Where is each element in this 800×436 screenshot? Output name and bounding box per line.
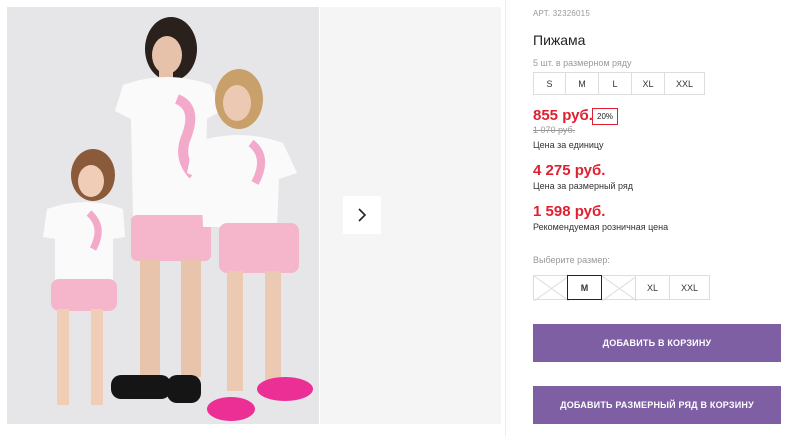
size-option-m[interactable]: M [567,275,602,300]
product-photo-illustration [7,7,319,424]
size-picker: M XL XXL [533,275,710,301]
set-price: 4 275 руб. [533,162,606,179]
pack-size-s: S [533,72,566,95]
unavailable-cross-icon [602,276,637,301]
add-to-cart-button[interactable]: ДОБАВИТЬ В КОРЗИНУ [533,324,781,362]
retail-price: 1 598 руб. [533,203,606,220]
unavailable-cross-icon [534,276,569,301]
unit-price: 855 руб. [533,107,593,124]
article-number: 32326015 [552,9,590,18]
pack-size-xl: XL [631,72,665,95]
pack-note: 5 шт. в размерном ряду [533,58,632,68]
size-option-xxl[interactable]: XXL [669,275,710,300]
pack-size-list: S M L XL XXL [533,72,705,95]
unit-price-note: Цена за единицу [533,140,604,150]
pack-size-m: M [565,72,599,95]
size-option-xl[interactable]: XL [635,275,670,300]
add-set-to-cart-button[interactable]: ДОБАВИТЬ РАЗМЕРНЫЙ РЯД В КОРЗИНУ [533,386,781,424]
old-price: 1 070 руб. [533,125,576,135]
size-option-unavailable [601,275,637,301]
article: АРТ. 32326015 [533,9,590,18]
pack-size-l: L [598,72,632,95]
product-photo[interactable] [7,7,319,424]
size-option-unavailable [533,275,569,301]
chevron-right-icon [358,208,367,222]
size-picker-label: Выберите размер: [533,255,610,265]
pack-size-xxl: XXL [664,72,705,95]
product-gallery [0,0,506,436]
next-photo-button[interactable] [343,196,381,234]
product-title: Пижама [533,32,586,48]
set-price-note: Цена за размерный ряд [533,181,634,191]
retail-price-note: Рекомендуемая розничная цена [533,222,669,232]
article-label: АРТ. [533,9,551,18]
discount-badge: 20% [592,108,619,125]
